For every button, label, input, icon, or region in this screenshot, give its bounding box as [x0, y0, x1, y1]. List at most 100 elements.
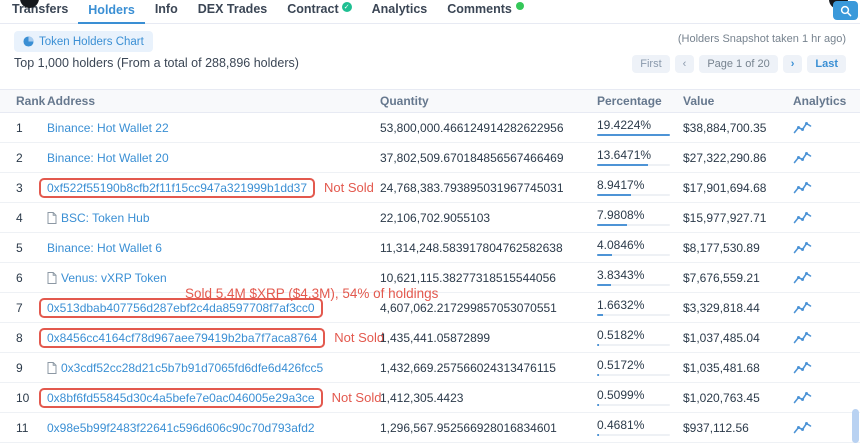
- tab-dex-trades[interactable]: DEX Trades: [188, 0, 277, 23]
- contract-icon: [47, 362, 57, 374]
- verified-check-icon: ✓: [342, 2, 352, 12]
- table-row: 10 0x8bf6fd55845d30c4a5befe7e0ac046005e2…: [0, 383, 860, 413]
- tab-label: Comments: [447, 2, 512, 16]
- percentage-cell: 19.4224%: [597, 119, 683, 136]
- analytics-chart-icon[interactable]: [793, 121, 812, 135]
- percentage-cell: 0.5172%: [597, 359, 683, 376]
- table-row: 11 0x98e5b99f2483f22641c596d606c90c70d79…: [0, 413, 860, 443]
- analytics-chart-icon[interactable]: [793, 241, 812, 255]
- analytics-cell: [793, 241, 860, 255]
- pagination-page-indicator: Page 1 of 20: [699, 55, 777, 73]
- analytics-cell: [793, 421, 860, 435]
- quantity-cell: 1,412,305.4423: [380, 391, 597, 405]
- vertical-scrollbar-thumb[interactable]: [852, 409, 859, 443]
- pagination-last-button[interactable]: Last: [807, 55, 846, 73]
- percentage-cell: 0.5182%: [597, 329, 683, 346]
- column-header-address: Address: [47, 94, 380, 108]
- address-link[interactable]: Binance: Hot Wallet 6: [47, 241, 162, 255]
- percentage-value: 7.9808%: [597, 209, 683, 221]
- analytics-chart-icon[interactable]: [793, 151, 812, 165]
- analytics-chart-icon[interactable]: [793, 391, 812, 405]
- address-link[interactable]: 0xf522f55190b8cfb2f11f15cc947a321999b1dd…: [39, 178, 315, 198]
- contract-icon: [47, 212, 57, 224]
- chevron-left-icon: ‹: [683, 58, 687, 70]
- address-cell: Venus: vXRP Token: [47, 271, 380, 285]
- percentage-bar: [597, 434, 670, 436]
- table-row: 3 0xf522f55190b8cfb2f11f15cc947a321999b1…: [0, 173, 860, 203]
- token-holders-chart-button[interactable]: Token Holders Chart: [14, 31, 153, 52]
- tab-label: Info: [155, 2, 178, 16]
- address-link[interactable]: 0x3cdf52cc28d21c5b7b91d7065fd6dfe6d426fc…: [61, 361, 323, 375]
- rank-cell: 9: [16, 361, 47, 375]
- analytics-cell: [793, 301, 860, 315]
- percentage-bar: [597, 344, 670, 346]
- tab-label: Transfers: [12, 2, 68, 16]
- address-link[interactable]: Binance: Hot Wallet 22: [47, 121, 169, 135]
- quantity-cell: 1,432,669.257566024313476115: [380, 361, 597, 375]
- percentage-bar: [597, 254, 670, 256]
- percentage-value: 4.0846%: [597, 239, 683, 251]
- percentage-cell: 3.8343%: [597, 269, 683, 286]
- analytics-cell: [793, 361, 860, 375]
- table-row: 8 0x8456cc4164cf78d967aee79419b2ba7f7aca…: [0, 323, 860, 353]
- analytics-chart-icon[interactable]: [793, 211, 812, 225]
- table-row: 7 0x513dbab407756d287ebf2c4da8597708f7af…: [0, 293, 860, 323]
- table-row: 4 BSC: Token Hub 22,106,702.9055103 7.98…: [0, 203, 860, 233]
- pagination-first-button[interactable]: First: [632, 55, 669, 73]
- holders-summary: Top 1,000 holders (From a total of 288,8…: [14, 56, 299, 70]
- quantity-cell: 53,800,000.466124914282622956: [380, 121, 597, 135]
- percentage-bar-fill: [597, 224, 627, 226]
- rank-cell: 4: [16, 211, 47, 225]
- tab-label: Analytics: [372, 2, 428, 16]
- address-link[interactable]: 0x8456cc4164cf78d967aee79419b2ba7f7aca87…: [39, 328, 325, 348]
- address-cell: 0x8456cc4164cf78d967aee79419b2ba7f7aca87…: [47, 328, 380, 348]
- percentage-bar: [597, 194, 670, 196]
- percentage-bar-fill: [597, 374, 599, 376]
- percentage-value: 19.4224%: [597, 119, 683, 131]
- address-cell: 0x3cdf52cc28d21c5b7b91d7065fd6dfe6d426fc…: [47, 361, 380, 375]
- tab-analytics[interactable]: Analytics: [362, 0, 438, 23]
- tab-label: Holders: [88, 3, 135, 17]
- analytics-chart-icon[interactable]: [793, 331, 812, 345]
- analytics-chart-icon[interactable]: [793, 421, 812, 435]
- pagination-prev-button[interactable]: ‹: [675, 55, 695, 73]
- percentage-bar: [597, 314, 670, 316]
- pagination: First ‹ Page 1 of 20 › Last: [632, 55, 846, 73]
- address-link[interactable]: BSC: Token Hub: [61, 211, 150, 225]
- percentage-bar-fill: [597, 314, 603, 316]
- analytics-cell: [793, 271, 860, 285]
- search-button[interactable]: [833, 1, 858, 20]
- analytics-chart-icon[interactable]: [793, 181, 812, 195]
- tab-comments[interactable]: Comments: [437, 0, 534, 23]
- new-comments-dot-icon: [516, 2, 524, 10]
- analytics-chart-icon[interactable]: [793, 301, 812, 315]
- address-link[interactable]: 0x8bf6fd55845d30c4a5befe7e0ac046005e29a3…: [39, 388, 323, 408]
- percentage-bar-fill: [597, 344, 599, 346]
- value-cell: $1,035,481.68: [683, 361, 793, 375]
- percentage-bar: [597, 164, 670, 166]
- pagination-next-button[interactable]: ›: [783, 55, 803, 73]
- tab-contract[interactable]: Contract✓: [277, 0, 361, 23]
- address-link[interactable]: 0x98e5b99f2483f22641c596d606c90c70d793af…: [47, 421, 315, 435]
- column-header-quantity: Quantity: [380, 94, 597, 108]
- quantity-cell: 10,621,115.38277318515544056: [380, 271, 597, 285]
- not-sold-annotation: Not Sold: [334, 330, 384, 345]
- analytics-chart-icon[interactable]: [793, 271, 812, 285]
- address-cell: BSC: Token Hub: [47, 211, 380, 225]
- value-cell: $3,329,818.44: [683, 301, 793, 315]
- analytics-chart-icon[interactable]: [793, 361, 812, 375]
- tab-holders[interactable]: Holders: [78, 0, 145, 24]
- tab-info[interactable]: Info: [145, 0, 188, 23]
- percentage-cell: 0.4681%: [597, 419, 683, 436]
- chevron-right-icon: ›: [791, 58, 795, 70]
- percentage-value: 3.8343%: [597, 269, 683, 281]
- rank-cell: 5: [16, 241, 47, 255]
- address-link[interactable]: Venus: vXRP Token: [61, 271, 167, 285]
- percentage-value: 0.4681%: [597, 419, 683, 431]
- tab-transfers[interactable]: Transfers: [2, 0, 78, 23]
- address-link[interactable]: Binance: Hot Wallet 20: [47, 151, 169, 165]
- value-cell: $937,112.56: [683, 421, 793, 435]
- percentage-cell: 8.9417%: [597, 179, 683, 196]
- table-header: RankAddressQuantityPercentageValueAnalyt…: [0, 89, 860, 113]
- rank-cell: 11: [16, 421, 47, 435]
